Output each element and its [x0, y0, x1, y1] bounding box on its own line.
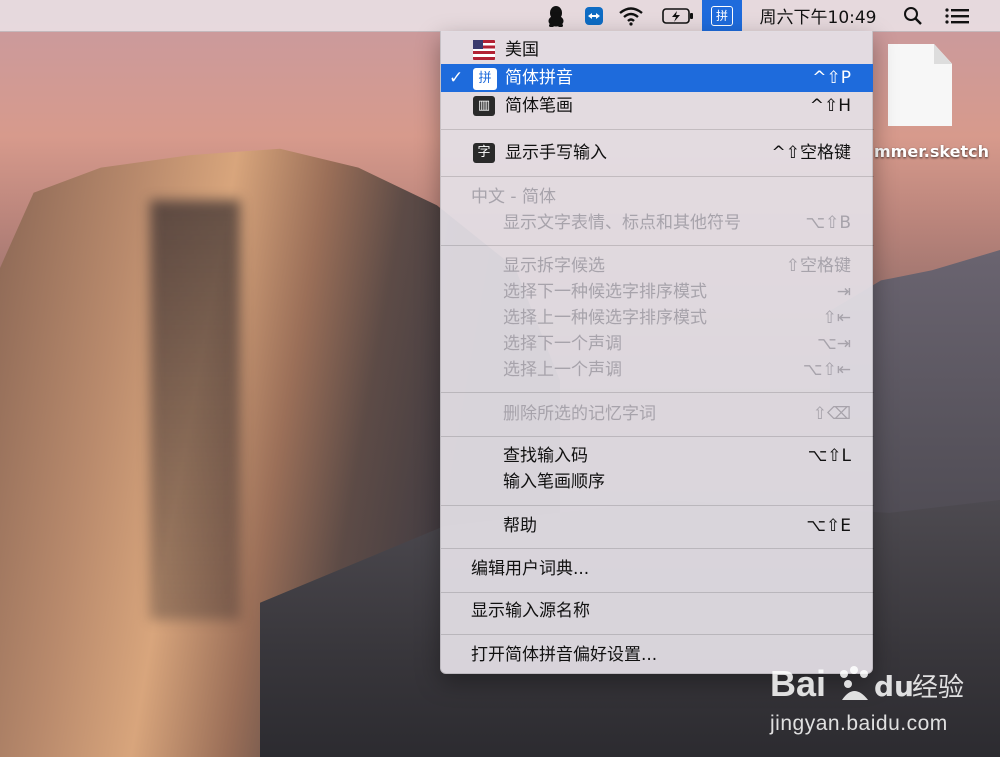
menu-item-split-candidates[interactable]: 显示拆字候选 ⇧空格键 [441, 253, 873, 279]
svg-text:du: du [874, 670, 914, 703]
shortcut-label: ⇧空格键 [785, 256, 851, 276]
menu-item-stroke[interactable]: ▥ 简体笔画 ^⇧H [441, 92, 873, 120]
qq-penguin-icon[interactable] [541, 0, 571, 31]
input-menu: 美国 ✓ 拼 简体拼音 ^⇧P ▥ 简体笔画 ^⇧H 字 显示手写输入 ^⇧空格… [440, 31, 874, 674]
ime-pinyin-icon[interactable]: 拼 [702, 0, 742, 31]
separator [441, 436, 874, 437]
menu-item-delete-memory[interactable]: 删除所选的记忆字词 ⇧⌫ [441, 400, 873, 428]
shortcut-label: ⌥⇧⇤ [802, 360, 851, 380]
rock-shadow [150, 200, 240, 620]
menu-item-next-tone[interactable]: 选择下一个声调 ⌥⇥ [441, 331, 873, 357]
menu-item-edit-dictionary[interactable]: 编辑用户词典... [441, 555, 873, 583]
svg-text:Bai: Bai [770, 663, 826, 704]
svg-text:经验: 经验 [912, 673, 964, 703]
watermark-url: jingyan.baidu.com [770, 712, 948, 735]
separator [441, 176, 874, 177]
menu-item-emoji[interactable]: 显示文字表情、标点和其他符号 ⌥⇧B [441, 210, 873, 236]
menu-item-help[interactable]: 帮助 ⌥⇧E [441, 512, 873, 540]
separator [441, 505, 874, 506]
menu-item-lookup-code[interactable]: 查找输入码 ⌥⇧L [441, 443, 873, 469]
shortcut-label: ⇧⇤ [822, 308, 852, 328]
menu-item-next-sort[interactable]: 选择下一种候选字排序模式 ⇥ [441, 279, 873, 305]
stroke-icon: ▥ [473, 96, 495, 116]
notification-list-icon[interactable] [940, 0, 974, 31]
shortcut-label: ^⇧P [812, 68, 851, 88]
wifi-icon[interactable] [614, 0, 648, 31]
shortcut-label: ^⇧H [809, 96, 851, 116]
separator [441, 392, 874, 393]
menu-item-prev-sort[interactable]: 选择上一种候选字排序模式 ⇧⇤ [441, 305, 873, 331]
shortcut-label: ⌥⇥ [817, 334, 851, 354]
desktop-file-label[interactable]: mmer.sketch [874, 142, 1000, 164]
battery-charging-icon[interactable] [660, 0, 696, 31]
separator [441, 245, 874, 246]
separator [441, 548, 874, 549]
separator [441, 592, 874, 593]
shortcut-label: ⇥ [836, 282, 851, 302]
menu-item-prev-tone[interactable]: 选择上一个声调 ⌥⇧⇤ [441, 357, 873, 383]
shortcut-label: ⌥⇧E [806, 516, 851, 536]
check-icon: ✓ [449, 68, 464, 88]
baidu-jingyan-logo: Bai du 经验 [770, 660, 970, 708]
handwriting-icon: 字 [473, 143, 495, 163]
menu-item-handwriting[interactable]: 字 显示手写输入 ^⇧空格键 [441, 139, 873, 167]
shortcut-label: ⌥⇧B [805, 213, 852, 233]
menu-item-show-source-name[interactable]: 显示输入源名称 [441, 597, 873, 625]
pinyin-icon: 拼 [473, 68, 497, 90]
menu-bar: 拼 周六下午10:49 [0, 0, 1000, 32]
separator [441, 634, 874, 635]
teamviewer-icon[interactable] [580, 0, 608, 31]
shortcut-label: ⌥⇧L [807, 446, 851, 466]
us-flag-icon [473, 40, 495, 60]
ime-label: 拼 [711, 5, 733, 26]
menu-item-us[interactable]: 美国 [441, 36, 873, 64]
menu-item-stroke-order[interactable]: 输入笔画顺序 [441, 469, 873, 495]
menubar-clock[interactable]: 周六下午10:49 [748, 0, 888, 31]
menu-item-pinyin[interactable]: ✓ 拼 简体拼音 ^⇧P [441, 64, 873, 92]
separator [441, 129, 874, 130]
spotlight-search-icon[interactable] [898, 0, 928, 31]
section-header: 中文 - 简体 [471, 187, 556, 207]
shortcut-label: ^⇧空格键 [771, 143, 852, 163]
shortcut-label: ⇧⌫ [812, 404, 851, 424]
